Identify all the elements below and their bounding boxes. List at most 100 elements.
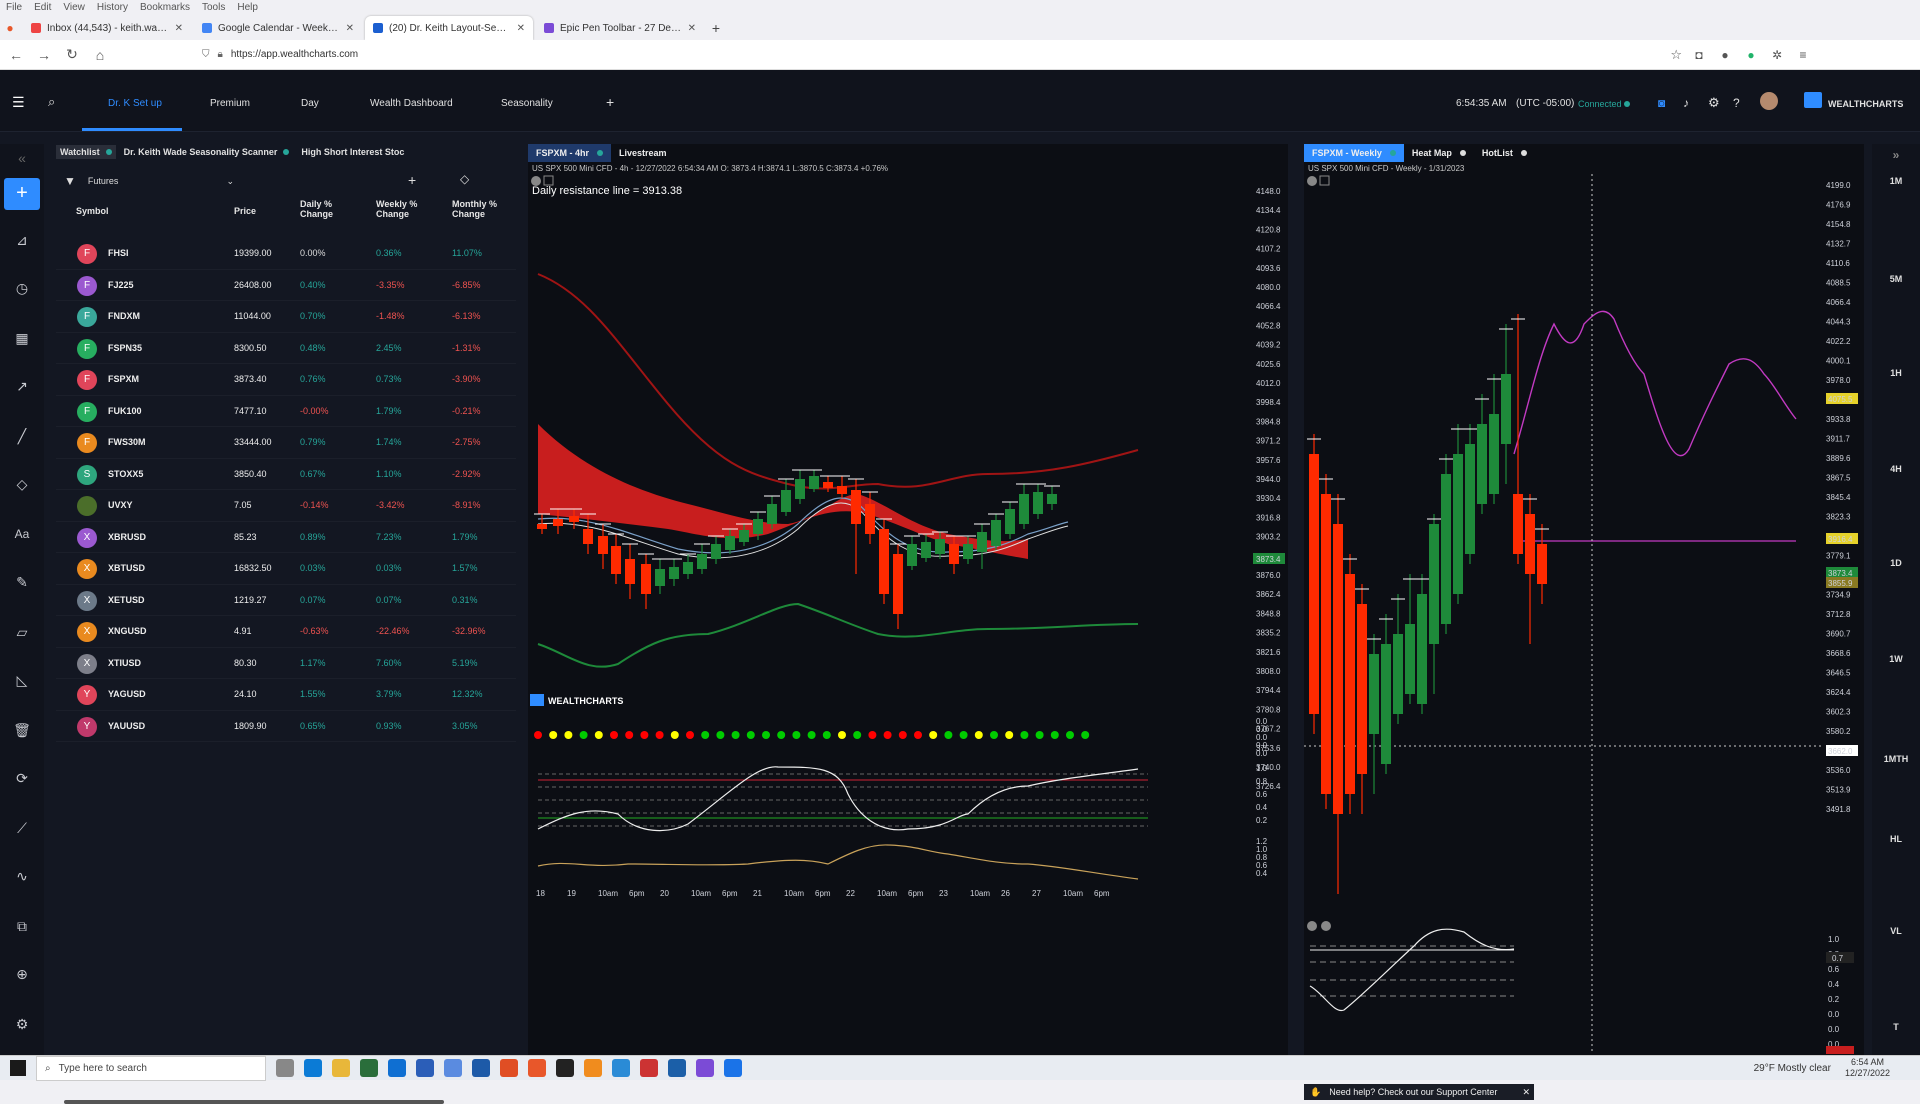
horizontal-scrollbar[interactable] xyxy=(64,1100,444,1104)
windows-start-icon[interactable] xyxy=(10,1060,26,1076)
browser-tab-calendar[interactable]: Google Calendar - Week of De ✕ xyxy=(194,16,362,40)
task-view-icon[interactable] xyxy=(276,1059,294,1077)
tab-day[interactable]: Day xyxy=(301,98,319,109)
watchlist-row[interactable]: S STOXX5 3850.40 0.67% 1.10% -2.92% xyxy=(56,459,516,490)
watchlist-row[interactable]: F FWS30M 33444.00 0.79% 1.74% -2.75% xyxy=(56,427,516,459)
text-tool-icon[interactable]: Aa xyxy=(12,524,32,544)
add-button[interactable]: + xyxy=(4,178,40,210)
extension-icon[interactable]: ✲ xyxy=(1768,46,1786,64)
watchlist-row[interactable]: F FSPXM 3873.40 0.76% 0.73% -3.90% xyxy=(56,364,516,396)
timeframe-1h[interactable]: 1H xyxy=(1872,368,1920,378)
menu-item[interactable]: File xyxy=(6,2,22,13)
app-icon[interactable] xyxy=(444,1059,462,1077)
watchlist-row[interactable]: F FNDXM 11044.00 0.70% -1.48% -6.13% xyxy=(56,301,516,333)
tab-fspxm-weekly[interactable]: FSPXM - Weekly xyxy=(1304,144,1404,162)
timeframe-1d[interactable]: 1D xyxy=(1872,558,1920,568)
trash-icon[interactable]: 🗑︎ xyxy=(12,720,32,740)
line-tool-icon[interactable]: ╱ xyxy=(12,426,32,446)
watchlist-row[interactable]: F FUK100 7477.10 -0.00% 1.79% -0.21% xyxy=(56,396,516,427)
clock-icon[interactable]: ◷ xyxy=(12,278,32,298)
timeframe-1mth[interactable]: 1MTH xyxy=(1872,754,1920,764)
col-price[interactable]: Price xyxy=(234,206,256,216)
timeframe-1w[interactable]: 1W xyxy=(1872,654,1920,664)
indicator-icon[interactable]: ⟋ xyxy=(12,818,32,838)
gear-icon[interactable]: ⚙ xyxy=(1708,95,1720,111)
pocket-icon[interactable]: ◘ xyxy=(1690,46,1708,64)
browser-tab-wealthcharts[interactable]: (20) Dr. Keith Layout-Seasonal ✕ xyxy=(365,16,533,40)
app-icon[interactable] xyxy=(668,1059,686,1077)
word-icon[interactable] xyxy=(472,1059,490,1077)
filter-dropdown[interactable]: ▼ Futures ⌄ xyxy=(64,170,234,192)
calendar-icon[interactable]: ▦ xyxy=(12,328,32,348)
app-icon[interactable] xyxy=(584,1059,602,1077)
tab-livestream[interactable]: Livestream xyxy=(611,144,675,162)
app-icon[interactable] xyxy=(416,1059,434,1077)
expand-icon[interactable]: » xyxy=(1872,148,1920,162)
help-icon[interactable]: ? xyxy=(1733,96,1740,110)
watchlist-row[interactable]: UVXY 7.05 -0.14% -3.42% -8.91% xyxy=(56,490,516,522)
save-icon[interactable]: ◙ xyxy=(1658,96,1665,110)
menu-item[interactable]: Tools xyxy=(202,2,225,13)
col-monthly[interactable]: Monthly % Change xyxy=(452,199,506,219)
watchlist-row[interactable]: F FJ225 26408.00 0.40% -3.35% -6.85% xyxy=(56,270,516,301)
timeframe-vl[interactable]: VL xyxy=(1872,926,1920,936)
mail-icon[interactable] xyxy=(388,1059,406,1077)
search-icon[interactable]: ⌕ xyxy=(48,94,55,110)
browser-tab-epicpen[interactable]: Epic Pen Toolbar - 27 December ✕ xyxy=(536,16,704,40)
watchlist-row[interactable]: X XTIUSD 80.30 1.17% 7.60% 5.19% xyxy=(56,648,516,679)
menu-item[interactable]: View xyxy=(63,2,85,13)
menu-item[interactable]: Help xyxy=(237,2,258,13)
extension-icon[interactable]: ● xyxy=(1716,46,1734,64)
url-input[interactable]: ⛉ 🔒︎ https://app.wealthcharts.com ☆ xyxy=(202,44,1682,66)
reload-icon[interactable]: ↻ xyxy=(60,43,84,67)
layers-icon[interactable]: ⧉ xyxy=(12,916,32,936)
tab-fspxm-4hr[interactable]: FSPXM - 4hr xyxy=(528,144,612,162)
firefox-icon[interactable] xyxy=(528,1059,546,1077)
explorer-icon[interactable] xyxy=(332,1059,350,1077)
timeframe-hl[interactable]: HL xyxy=(1872,834,1920,844)
col-daily[interactable]: Daily % Change xyxy=(300,199,350,219)
tab-seasonality-scanner[interactable]: Dr. Keith Wade Seasonality Scanner xyxy=(120,145,294,159)
app-icon[interactable] xyxy=(640,1059,658,1077)
weather[interactable]: 29°F Mostly clear xyxy=(1754,1063,1831,1074)
chart1-canvas[interactable]: Daily resistance line = 3913.38 4148.0 413… xyxy=(528,174,1288,1054)
back-icon[interactable]: ← xyxy=(4,43,28,67)
app-icon[interactable] xyxy=(500,1059,518,1077)
tab-watchlist[interactable]: Watchlist xyxy=(56,145,116,159)
avatar[interactable] xyxy=(1760,92,1778,110)
extension-icon[interactable]: ● xyxy=(1742,46,1760,64)
close-icon[interactable]: ✕ xyxy=(688,23,696,34)
sync-icon[interactable]: ⟳ xyxy=(12,768,32,788)
menu-item[interactable]: Bookmarks xyxy=(140,2,190,13)
firefox-icon[interactable]: ● xyxy=(0,16,20,40)
store-icon[interactable] xyxy=(360,1059,378,1077)
forward-icon[interactable]: → xyxy=(32,43,56,67)
add-symbol-icon[interactable]: + xyxy=(408,172,416,188)
bookmark-star-icon[interactable]: ☆ xyxy=(1670,47,1682,63)
menu-icon[interactable]: ≡ xyxy=(1794,46,1812,64)
close-icon[interactable]: ✕ xyxy=(1522,1087,1530,1098)
tab-high-short-interest[interactable]: High Short Interest Stoc xyxy=(297,145,408,159)
menu-item[interactable]: Edit xyxy=(34,2,51,13)
crosshair-icon[interactable]: ⊕ xyxy=(12,964,32,984)
telegram-icon[interactable] xyxy=(612,1059,630,1077)
tab-seasonality[interactable]: Seasonality xyxy=(501,98,553,109)
trend-icon[interactable]: ↗ xyxy=(12,376,32,396)
edge-icon[interactable] xyxy=(304,1059,322,1077)
add-tab-button[interactable]: + xyxy=(606,94,614,110)
close-icon[interactable]: ✕ xyxy=(175,23,183,34)
watchlist-row[interactable]: F FSPN35 8300.50 0.48% 2.45% -1.31% xyxy=(56,333,516,364)
chart-type-icon[interactable]: ⊿ xyxy=(12,230,32,250)
watchlist-row[interactable]: F FHSI 19399.00 0.00% 0.36% 11.07% xyxy=(56,238,516,270)
watchlist-row[interactable]: X XETUSD 1219.27 0.07% 0.07% 0.31% xyxy=(56,585,516,616)
shapes-icon[interactable]: ◇ xyxy=(12,474,32,494)
tab-wealth-dashboard[interactable]: Wealth Dashboard xyxy=(370,98,453,109)
menu-item[interactable]: History xyxy=(97,2,128,13)
brush-icon[interactable]: ✎ xyxy=(12,572,32,592)
taskbar-search[interactable]: ⌕ Type here to search xyxy=(36,1055,266,1081)
col-symbol[interactable]: Symbol xyxy=(76,206,109,216)
home-icon[interactable]: ⌂ xyxy=(88,43,112,67)
clock[interactable]: 6:54 AM 12/27/2022 xyxy=(1845,1057,1890,1079)
settings-icon[interactable]: ⚙ xyxy=(12,1014,32,1034)
watchlist-row[interactable]: X XNGUSD 4.91 -0.63% -22.46% -32.96% xyxy=(56,616,516,648)
